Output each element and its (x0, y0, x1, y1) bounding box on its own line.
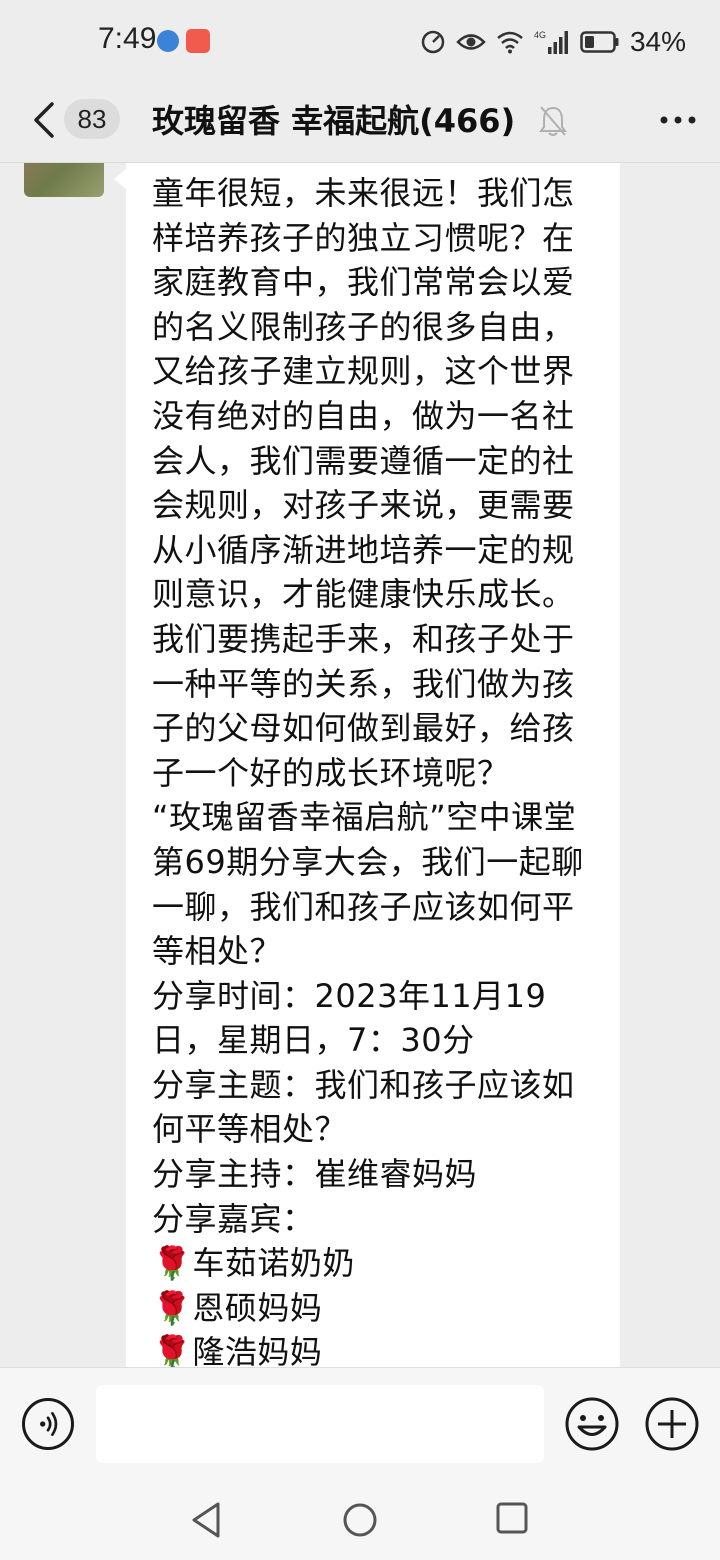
status-time: 7:49 (98, 22, 157, 55)
bubble-tail (114, 169, 126, 189)
wifi-icon (497, 31, 523, 54)
guest-item: 🌹恩硕妈妈 (152, 1288, 323, 1327)
sender-avatar[interactable] (24, 163, 104, 197)
battery-icon (580, 31, 619, 53)
more-options-icon[interactable] (656, 102, 700, 138)
status-bar: 7:49 4G 34% (0, 0, 720, 80)
guest-item: 🌹车茹诺奶奶 (152, 1244, 355, 1283)
speed-icon (421, 30, 445, 54)
eye-icon (456, 34, 486, 50)
message-text: 童年很短，未来很远！我们怎样培养孩子的独立习惯呢？在家庭教育中，我们常常会以爱的… (152, 171, 602, 1367)
chat-title[interactable]: 玫瑰留香 幸福起航(466) (152, 96, 515, 142)
input-bar (0, 1367, 720, 1478)
status-indicators: 4G 34% (420, 22, 686, 62)
video-app-icon (186, 29, 210, 53)
nav-back-icon[interactable] (188, 1500, 224, 1540)
network-label: 4G (534, 30, 546, 40)
emoji-icon[interactable] (564, 1396, 620, 1452)
nav-home-icon[interactable] (342, 1502, 378, 1538)
message-list[interactable]: 童年很短，未来很远！我们怎样培养孩子的独立习惯呢？在家庭教育中，我们常常会以爱的… (0, 163, 720, 1367)
battery-percent: 34% (629, 26, 686, 57)
browser-app-icon (157, 30, 179, 52)
message-input[interactable] (96, 1385, 544, 1463)
guest-item: 🌹隆浩妈妈 (152, 1333, 323, 1367)
muted-bell-icon (539, 106, 567, 136)
nav-recent-apps-icon[interactable] (496, 1502, 528, 1534)
unread-count-badge[interactable]: 83 (64, 99, 120, 139)
system-nav-bar (0, 1478, 720, 1560)
back-arrow-icon[interactable] (30, 98, 60, 142)
chat-header: 83 玫瑰留香 幸福起航(466) (0, 80, 720, 163)
message-body: 童年很短，未来很远！我们怎样培养孩子的独立习惯呢？在家庭教育中，我们常常会以爱的… (152, 174, 584, 1238)
plus-icon[interactable] (644, 1396, 700, 1452)
voice-input-button[interactable] (22, 1398, 74, 1450)
signal-icon: 4G (534, 30, 568, 54)
